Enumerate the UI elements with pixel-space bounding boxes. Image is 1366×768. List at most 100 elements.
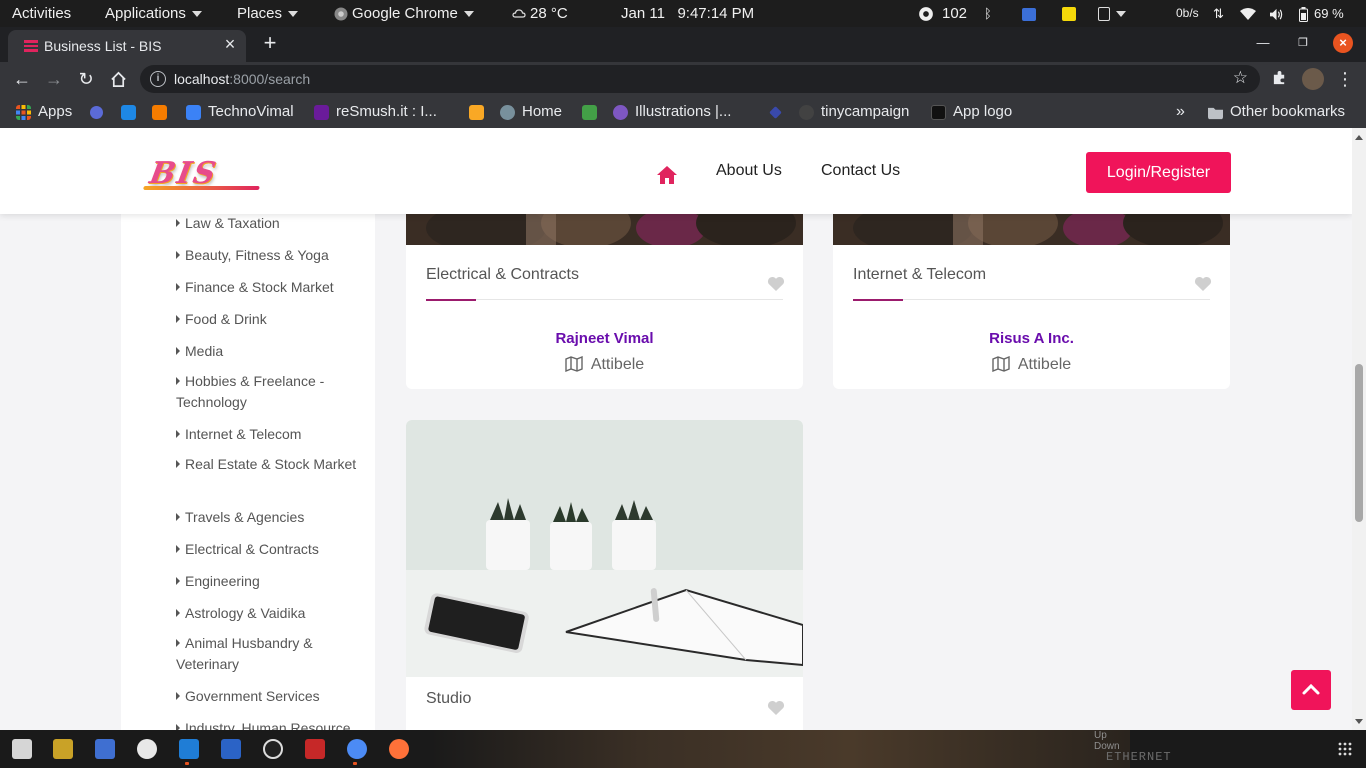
network-monitor-widget: Up Down ETHERNET <box>1090 730 1172 763</box>
category-link[interactable]: Law & Taxation <box>176 213 361 234</box>
close-tab-icon[interactable]: × <box>220 34 240 54</box>
more-bookmarks-chevron-icon[interactable]: » <box>1176 96 1185 128</box>
wifi-icon[interactable] <box>1240 0 1256 27</box>
category-link[interactable]: Media <box>176 341 361 362</box>
business-name-link[interactable]: Rajneet Vimal <box>406 330 803 347</box>
bookmark-home[interactable]: Home <box>500 96 562 128</box>
bookmark-illustrations[interactable]: Illustrations |... <box>613 96 731 128</box>
file-manager-icon[interactable] <box>53 739 73 759</box>
screenshot-tool-icon[interactable] <box>221 739 241 759</box>
heart-icon[interactable] <box>767 276 785 292</box>
category-link[interactable]: Engineering <box>176 571 361 592</box>
category-link[interactable]: Real Estate & Stock Market <box>176 454 361 475</box>
minimize-window-button[interactable]: — <box>1253 33 1273 53</box>
other-bookmarks-folder[interactable]: Other bookmarks <box>1208 96 1345 128</box>
network-activity-icon[interactable]: ⇅ <box>1213 0 1224 27</box>
heart-icon[interactable] <box>1194 276 1212 292</box>
heart-icon[interactable] <box>767 700 785 716</box>
listing-category: Electrical & Contracts <box>426 266 579 283</box>
camera-app-icon[interactable] <box>263 739 283 759</box>
applications-menu[interactable]: Applications <box>105 0 202 27</box>
map-icon <box>992 355 1010 373</box>
weather-indicator[interactable]: 28 °C <box>512 0 568 27</box>
back-button[interactable]: ← <box>10 67 34 91</box>
taskbar-dock: Up Down ETHERNET <box>0 730 1366 768</box>
category-link[interactable]: Animal Husbandry & Veterinary <box>176 633 361 675</box>
bookmark-tinycampaign[interactable]: tinycampaign <box>799 96 909 128</box>
firefox-icon[interactable] <box>389 739 409 759</box>
listing-card[interactable]: Studio <box>406 420 803 730</box>
page-scrollbar[interactable] <box>1352 128 1366 730</box>
battery-indicator[interactable]: 69 % <box>1299 0 1344 27</box>
bookmark-icon-only[interactable] <box>469 96 491 128</box>
category-link[interactable]: Finance & Stock Market <box>176 277 361 298</box>
bis-logo[interactable]: BIS <box>147 156 220 191</box>
scroll-down-arrow-icon[interactable] <box>1355 719 1363 724</box>
activities-button[interactable]: Activities <box>12 0 71 27</box>
battery-level: 69 % <box>1314 6 1344 21</box>
tab-business-list[interactable]: Business List - BIS × <box>8 30 246 62</box>
places-menu[interactable]: Places <box>237 0 299 27</box>
back-to-top-button[interactable] <box>1291 670 1331 710</box>
nav-contact-us[interactable]: Contact Us <box>821 162 900 180</box>
category-link[interactable]: Travels & Agencies <box>176 507 361 528</box>
bookmark-app-logo[interactable]: App logo <box>931 96 1012 128</box>
volume-icon[interactable] <box>1269 0 1284 27</box>
bookmark-icon-only[interactable] <box>152 96 174 128</box>
bookmark-star-icon[interactable]: ☆ <box>1233 68 1248 88</box>
forward-button[interactable]: → <box>42 67 66 91</box>
document-viewer-icon[interactable] <box>137 739 157 759</box>
reload-button[interactable]: ↻ <box>74 67 98 91</box>
tray-notes-icon[interactable] <box>1062 0 1076 27</box>
caret-right-icon <box>176 315 180 323</box>
clipboard-menu[interactable] <box>1098 0 1126 27</box>
bookmark-apps[interactable]: Apps <box>16 96 72 128</box>
text-editor-icon[interactable] <box>95 739 115 759</box>
category-link[interactable]: Astrology & Vaidika <box>176 603 361 624</box>
category-link[interactable]: Internet & Telecom <box>176 424 361 445</box>
site-info-icon[interactable]: i <box>150 71 166 87</box>
bookmark-favicon-icon <box>186 104 201 120</box>
tray-camera-icon[interactable] <box>1022 0 1036 27</box>
filezilla-icon[interactable] <box>305 739 325 759</box>
home-icon[interactable] <box>654 162 680 188</box>
url-text: localhost:8000/search <box>174 71 310 87</box>
category-link[interactable]: Industry, Human Resource <box>176 718 361 730</box>
app-menu[interactable]: Google Chrome <box>334 0 474 27</box>
login-register-button[interactable]: Login/Register <box>1086 152 1231 193</box>
bookmark-icon-only[interactable] <box>90 96 110 128</box>
scroll-up-arrow-icon[interactable] <box>1355 135 1363 140</box>
category-link[interactable]: Food & Drink <box>176 309 361 330</box>
extensions-icon[interactable] <box>1268 68 1290 90</box>
category-link[interactable]: Hobbies & Freelance - Technology <box>176 371 361 413</box>
home-button[interactable] <box>106 67 130 91</box>
bookmark-icon-only[interactable] <box>121 96 143 128</box>
new-tab-button[interactable]: + <box>258 31 282 55</box>
category-link[interactable]: Electrical & Contracts <box>176 539 361 560</box>
notification-indicator[interactable]: 102 <box>918 0 967 27</box>
vscode-icon[interactable] <box>179 739 199 765</box>
bookmark-technovimal[interactable]: TechnoVimal <box>186 96 294 128</box>
bluetooth-icon[interactable]: ᛒ <box>984 0 992 27</box>
profile-avatar[interactable] <box>1302 68 1324 90</box>
caret-right-icon <box>176 577 180 585</box>
category-label: Travels & Agencies <box>185 509 305 525</box>
business-name-link[interactable]: Risus A Inc. <box>833 330 1230 347</box>
category-link[interactable]: Government Services <box>176 686 361 707</box>
restore-window-button[interactable]: ❐ <box>1293 33 1313 53</box>
clock[interactable]: Jan 11 9:47:14 PM <box>621 0 754 27</box>
scrollbar-thumb[interactable] <box>1355 364 1363 522</box>
address-bar[interactable]: i localhost:8000/search ☆ <box>140 65 1260 93</box>
close-window-button[interactable]: × <box>1333 33 1353 53</box>
chrome-icon[interactable] <box>347 739 367 765</box>
show-applications-icon[interactable] <box>1338 742 1352 756</box>
bookmark-resmush[interactable]: reSmush.it : I... <box>314 96 437 128</box>
caret-right-icon <box>176 513 180 521</box>
show-desktop-icon[interactable] <box>12 739 32 759</box>
chrome-menu-icon[interactable]: ⋮ <box>1334 68 1356 90</box>
category-link[interactable]: Beauty, Fitness & Yoga <box>176 245 361 266</box>
bookmark-favicon-icon <box>469 104 484 120</box>
bookmark-icon-only[interactable] <box>768 96 790 128</box>
bookmark-icon-only[interactable] <box>582 96 604 128</box>
nav-about-us[interactable]: About Us <box>716 162 782 180</box>
